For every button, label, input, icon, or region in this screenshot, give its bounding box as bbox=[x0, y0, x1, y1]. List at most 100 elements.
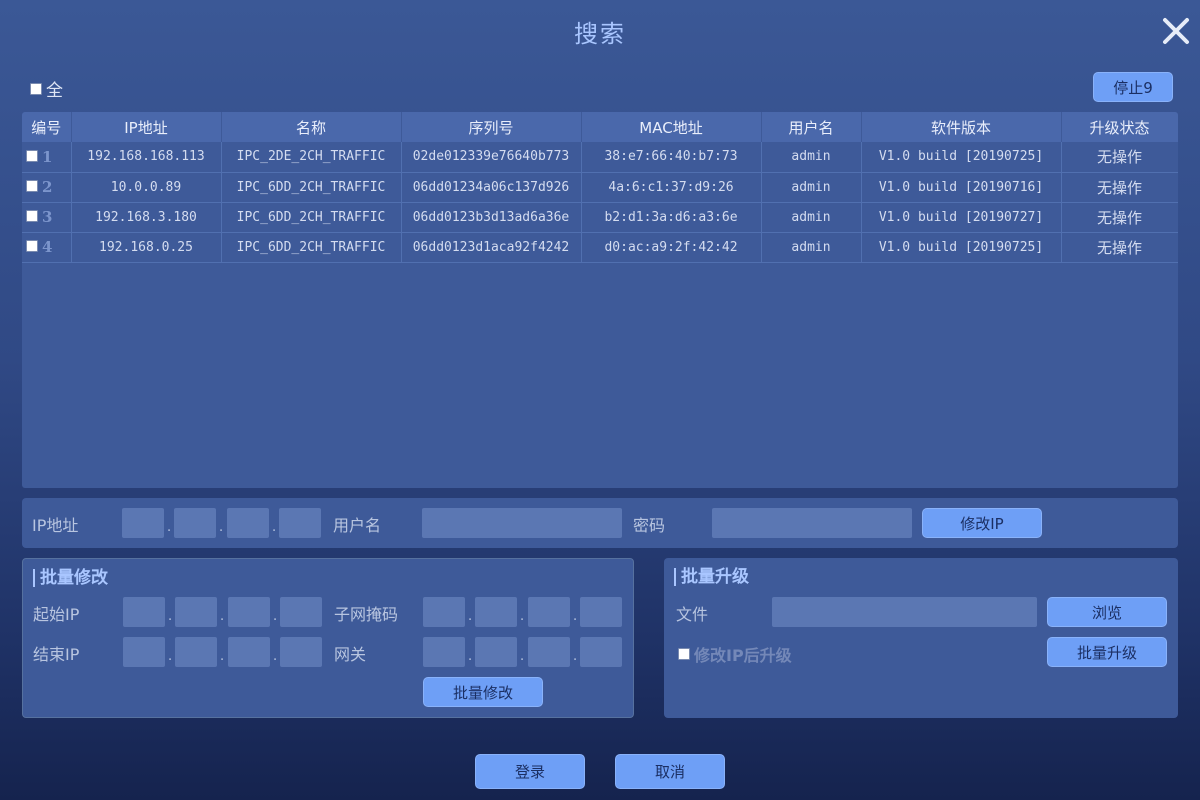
row-index-cell: 1 bbox=[22, 142, 72, 173]
row-mac: 4a:6:c1:37:d9:26 bbox=[581, 172, 762, 203]
header-status: 升级状态 bbox=[1061, 112, 1178, 142]
header-serial: 序列号 bbox=[401, 112, 582, 142]
device-table-panel: 编号 IP地址 名称 序列号 MAC地址 用户名 软件版本 升级状态 1 192… bbox=[22, 112, 1178, 488]
ip-octet-4-input[interactable] bbox=[279, 508, 321, 538]
end-ip-octet-3-input[interactable] bbox=[228, 637, 270, 667]
end-ip-label: 结束IP bbox=[33, 645, 80, 664]
ip-dot: . bbox=[168, 649, 173, 664]
start-ip-octet-4-input[interactable] bbox=[280, 597, 322, 627]
ip-dot: . bbox=[219, 520, 224, 535]
close-button[interactable] bbox=[1160, 14, 1192, 48]
table-header-row: 编号 IP地址 名称 序列号 MAC地址 用户名 软件版本 升级状态 bbox=[22, 112, 1178, 142]
login-button[interactable]: 登录 bbox=[475, 754, 585, 789]
subnet-octet-4-input[interactable] bbox=[580, 597, 622, 627]
row-index-cell: 2 bbox=[22, 172, 72, 203]
upgrade-after-ip-label: 修改IP后升级 bbox=[694, 646, 792, 665]
modify-ip-button[interactable]: 修改IP bbox=[922, 508, 1042, 538]
ip-dot: . bbox=[468, 649, 473, 664]
upgrade-after-ip-checkbox[interactable]: 修改IP后升级 bbox=[678, 642, 792, 666]
row-name: IPC_2DE_2CH_TRAFFIC bbox=[221, 142, 402, 173]
start-ip-octet-1-input[interactable] bbox=[123, 597, 165, 627]
batch-upgrade-panel: 批量升级 文件 浏览 修改IP后升级 批量升级 bbox=[664, 558, 1178, 718]
ip-dot: . bbox=[272, 520, 277, 535]
ip-octet-3-input[interactable] bbox=[227, 508, 269, 538]
header-index: 编号 bbox=[22, 112, 72, 142]
row-status: 无操作 bbox=[1061, 142, 1178, 173]
end-ip-octet-4-input[interactable] bbox=[280, 637, 322, 667]
row-checkbox[interactable] bbox=[26, 210, 38, 222]
password-label: 密码 bbox=[633, 516, 666, 535]
row-status: 无操作 bbox=[1061, 172, 1178, 203]
checkbox-icon[interactable] bbox=[678, 648, 690, 660]
row-serial: 06dd01234a06c137d926 bbox=[401, 172, 582, 203]
row-number: 1 bbox=[42, 147, 53, 166]
stop-button[interactable]: 停止9 bbox=[1093, 72, 1173, 102]
batch-modify-title: 批量修改 bbox=[33, 569, 108, 587]
header-ip: IP地址 bbox=[71, 112, 222, 142]
ip-dot: . bbox=[220, 649, 225, 664]
table-row[interactable]: 2 10.0.0.89 IPC_6DD_2CH_TRAFFIC 06dd0123… bbox=[22, 172, 1178, 203]
row-checkbox[interactable] bbox=[26, 149, 38, 162]
gateway-octet-2-input[interactable] bbox=[475, 637, 517, 667]
row-version: V1.0 build [20190716] bbox=[861, 172, 1062, 203]
row-index-cell: 3 bbox=[22, 202, 72, 233]
row-version: V1.0 build [20190727] bbox=[861, 202, 1062, 233]
row-serial: 06dd0123d1aca92f4242 bbox=[401, 232, 582, 263]
ip-label: IP地址 bbox=[32, 516, 79, 535]
row-checkbox[interactable] bbox=[26, 240, 38, 252]
ip-dot: . bbox=[573, 649, 578, 664]
cancel-button[interactable]: 取消 bbox=[615, 754, 725, 789]
table-row[interactable]: 1 192.168.168.113 IPC_2DE_2CH_TRAFFIC 02… bbox=[22, 142, 1178, 173]
row-status: 无操作 bbox=[1061, 202, 1178, 233]
row-mac: b2:d1:3a:d6:a3:6e bbox=[581, 202, 762, 233]
batch-upgrade-button[interactable]: 批量升级 bbox=[1047, 637, 1167, 667]
gateway-octet-1-input[interactable] bbox=[423, 637, 465, 667]
gateway-label: 网关 bbox=[334, 645, 367, 664]
row-name: IPC_6DD_2CH_TRAFFIC bbox=[221, 202, 402, 233]
table-row[interactable]: 3 192.168.3.180 IPC_6DD_2CH_TRAFFIC 06dd… bbox=[22, 202, 1178, 233]
start-ip-octet-3-input[interactable] bbox=[228, 597, 270, 627]
checkbox-icon[interactable] bbox=[30, 82, 42, 95]
batch-modify-panel: 批量修改 起始IP . . . 子网掩码 . . . 结束IP . . . 网关… bbox=[22, 558, 634, 718]
row-serial: 02de012339e76640b773 bbox=[401, 142, 582, 173]
gateway-octet-3-input[interactable] bbox=[528, 637, 570, 667]
end-ip-octet-1-input[interactable] bbox=[123, 637, 165, 667]
row-user: admin bbox=[761, 232, 862, 263]
subnet-octet-2-input[interactable] bbox=[475, 597, 517, 627]
header-name: 名称 bbox=[221, 112, 402, 142]
ip-dot: . bbox=[273, 609, 278, 624]
password-input[interactable] bbox=[712, 508, 912, 538]
window-title: 搜索 bbox=[574, 20, 626, 48]
subnet-octet-3-input[interactable] bbox=[528, 597, 570, 627]
subnet-mask-label: 子网掩码 bbox=[334, 605, 399, 624]
table-row[interactable]: 4 192.168.0.25 IPC_6DD_2CH_TRAFFIC 06dd0… bbox=[22, 232, 1178, 263]
ip-octet-1-input[interactable] bbox=[122, 508, 164, 538]
row-version: V1.0 build [20190725] bbox=[861, 142, 1062, 173]
ip-dot: . bbox=[273, 649, 278, 664]
ip-dot: . bbox=[520, 649, 525, 664]
subnet-octet-1-input[interactable] bbox=[423, 597, 465, 627]
batch-upgrade-title: 批量升级 bbox=[674, 568, 749, 586]
ip-modify-panel: IP地址 . . . 用户名 密码 修改IP bbox=[22, 498, 1178, 548]
row-ip: 10.0.0.89 bbox=[71, 172, 222, 203]
start-ip-octet-2-input[interactable] bbox=[175, 597, 217, 627]
row-ip: 192.168.168.113 bbox=[71, 142, 222, 173]
row-mac: 38:e7:66:40:b7:73 bbox=[581, 142, 762, 173]
end-ip-octet-2-input[interactable] bbox=[175, 637, 217, 667]
row-number: 2 bbox=[42, 178, 53, 196]
file-path-input[interactable] bbox=[772, 597, 1037, 627]
row-name: IPC_6DD_2CH_TRAFFIC bbox=[221, 232, 402, 263]
ip-octet-2-input[interactable] bbox=[174, 508, 216, 538]
batch-modify-button[interactable]: 批量修改 bbox=[423, 677, 543, 707]
browse-button[interactable]: 浏览 bbox=[1047, 597, 1167, 627]
header-version: 软件版本 bbox=[861, 112, 1062, 142]
select-all-checkbox[interactable]: 全 bbox=[30, 76, 63, 101]
gateway-octet-4-input[interactable] bbox=[580, 637, 622, 667]
username-input[interactable] bbox=[422, 508, 622, 538]
row-user: admin bbox=[761, 202, 862, 233]
ip-dot: . bbox=[468, 609, 473, 624]
ip-dot: . bbox=[520, 609, 525, 624]
close-icon bbox=[1163, 18, 1189, 44]
device-table: 编号 IP地址 名称 序列号 MAC地址 用户名 软件版本 升级状态 1 192… bbox=[22, 112, 1178, 263]
row-checkbox[interactable] bbox=[26, 180, 38, 192]
